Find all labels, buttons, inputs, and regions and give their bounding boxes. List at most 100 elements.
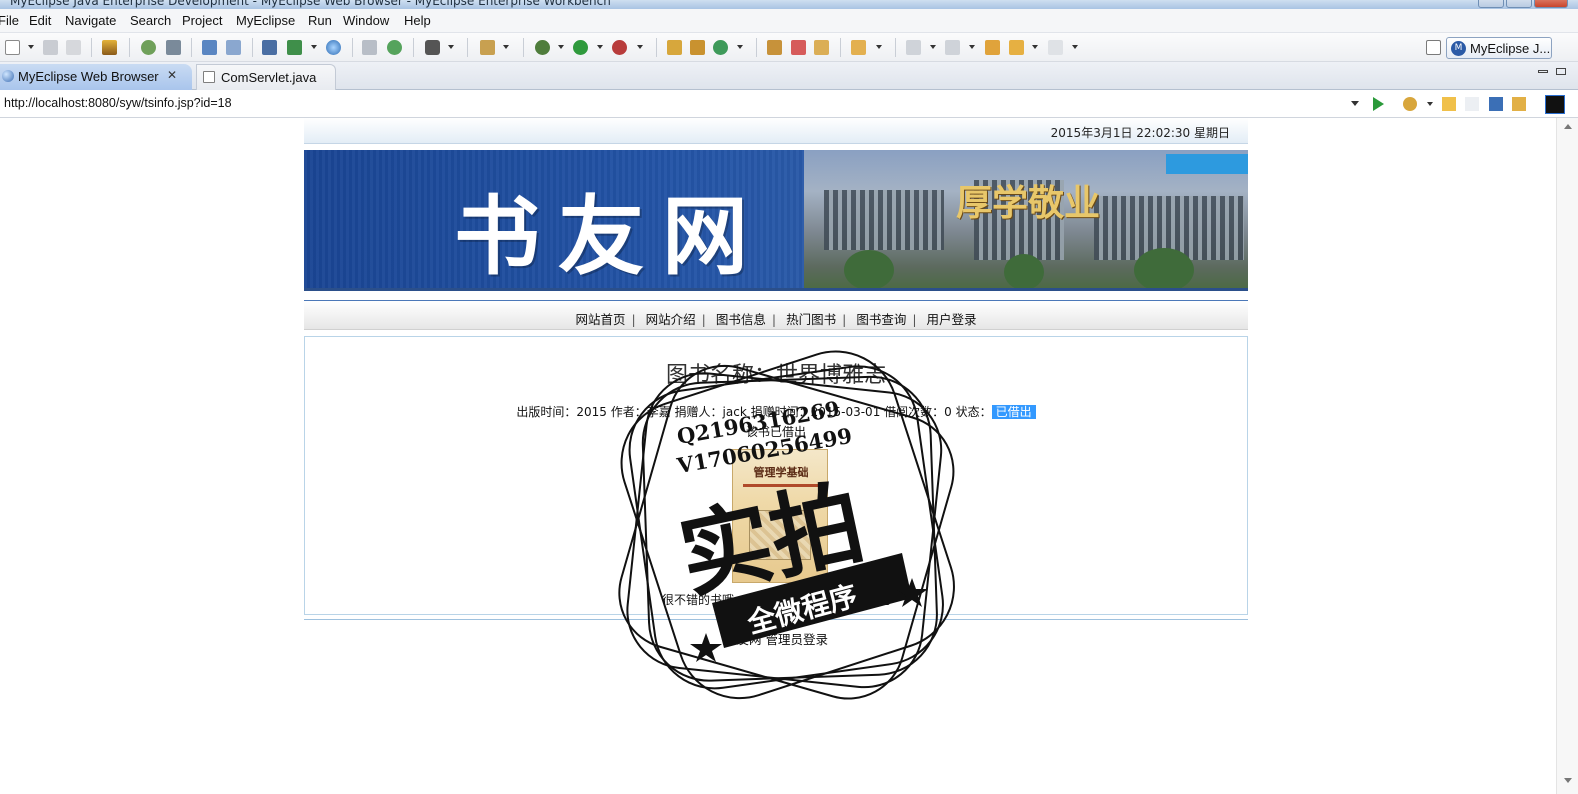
- menu-help[interactable]: Help: [404, 13, 431, 28]
- new-java-project-icon[interactable]: [667, 40, 682, 55]
- minimize-button[interactable]: [1478, 0, 1504, 8]
- open-type-icon[interactable]: [767, 40, 782, 55]
- menu-navigate[interactable]: Navigate: [65, 13, 116, 28]
- open-folder-icon[interactable]: [851, 40, 866, 55]
- scroll-down-icon[interactable]: [1564, 778, 1572, 783]
- new-dropdown-icon[interactable]: [28, 45, 34, 49]
- new-class-icon[interactable]: [713, 40, 728, 55]
- cover-title: 管理学基础: [753, 466, 809, 479]
- scroll-up-icon[interactable]: [1564, 124, 1572, 129]
- external-tools-icon[interactable]: [612, 40, 627, 55]
- next-annotation-dropdown-icon[interactable]: [930, 45, 936, 49]
- server-dropdown-icon[interactable]: [311, 45, 317, 49]
- console-icon[interactable]: [1545, 95, 1565, 114]
- perspective-switcher[interactable]: M MyEclipse J...: [1446, 37, 1552, 59]
- nav-separator: |: [912, 312, 917, 327]
- minimize-view-icon[interactable]: [1538, 70, 1548, 73]
- date-strip: 2015年3月1日 22:02:30 星期日: [304, 118, 1248, 144]
- external-tools-dropdown-icon[interactable]: [637, 45, 643, 49]
- task-dropdown-icon[interactable]: [503, 45, 509, 49]
- menu-file[interactable]: File: [0, 13, 19, 28]
- new-class-dropdown-icon[interactable]: [737, 45, 743, 49]
- tab-myeclipse-web-browser[interactable]: MyEclipse Web Browser ✕: [0, 64, 192, 90]
- browser-back-icon[interactable]: [1442, 97, 1456, 111]
- prev-annotation-icon[interactable]: [945, 40, 960, 55]
- save-icon[interactable]: [43, 40, 58, 55]
- nav-user-login[interactable]: 用户登录: [927, 312, 977, 327]
- favorites-icon[interactable]: [1403, 97, 1417, 111]
- forward-icon[interactable]: [1048, 40, 1063, 55]
- close-window-button[interactable]: [1534, 0, 1568, 8]
- camera-dropdown-icon[interactable]: [448, 45, 454, 49]
- build-icon[interactable]: [141, 40, 156, 55]
- menu-myeclipse[interactable]: MyEclipse: [236, 13, 295, 28]
- browser-globe-icon: [2, 70, 14, 82]
- undeploy-icon[interactable]: [226, 40, 241, 55]
- site-logo: 书友网: [454, 187, 766, 287]
- site-nav: 网站首页 | 网站介绍 | 图书信息 | 热门图书 | 图书查询 | 用户登录: [304, 300, 1248, 330]
- stop-icon[interactable]: [1489, 97, 1503, 111]
- java-file-icon: [203, 71, 215, 83]
- site-motto: 厚学敬业: [956, 182, 1101, 224]
- browser-address-bar: http://localhost:8080/syw/tsinfo.jsp?id=…: [0, 90, 1578, 118]
- menu-run[interactable]: Run: [308, 13, 332, 28]
- run-dropdown-icon[interactable]: [597, 45, 603, 49]
- browser-icon[interactable]: [326, 40, 341, 55]
- book-meta-text: 出版时间：2015 作者：李嘉 捐赠人：jack 捐赠时间：2015-03-01…: [516, 405, 992, 419]
- open-file-icon[interactable]: [362, 40, 377, 55]
- footer-site-name: 书友网: [723, 632, 762, 647]
- nav-hot-books[interactable]: 热门图书: [786, 312, 836, 327]
- debug-dropdown-icon[interactable]: [558, 45, 564, 49]
- menu-project[interactable]: Project: [182, 13, 222, 28]
- refresh-icon[interactable]: [1512, 97, 1526, 111]
- vertical-scrollbar[interactable]: [1556, 118, 1578, 794]
- add-icon[interactable]: [387, 40, 402, 55]
- server-icon[interactable]: [166, 40, 181, 55]
- url-history-dropdown-icon[interactable]: [1351, 101, 1359, 106]
- editor-tab-bar: MyEclipse Web Browser ✕ ComServlet.java: [0, 62, 1578, 90]
- favorites-dropdown-icon[interactable]: [1427, 102, 1433, 106]
- book-title: 图书名称：世界博雅志: [665, 363, 886, 388]
- back-dropdown-icon[interactable]: [1032, 45, 1038, 49]
- package-icon[interactable]: [102, 40, 117, 55]
- run-icon[interactable]: [573, 40, 588, 55]
- task-icon[interactable]: [480, 40, 495, 55]
- tab-comservlet-java[interactable]: ComServlet.java: [196, 64, 336, 90]
- open-resource-icon[interactable]: [791, 40, 806, 55]
- new-package-icon[interactable]: [690, 40, 705, 55]
- open-perspective-icon[interactable]: [1426, 40, 1441, 55]
- debug-icon[interactable]: [535, 40, 550, 55]
- nav-home[interactable]: 网站首页: [575, 312, 625, 327]
- nav-about[interactable]: 网站介绍: [646, 312, 696, 327]
- nav-book-info[interactable]: 图书信息: [716, 312, 766, 327]
- title-bar: MyEclipse Java Enterprise Development - …: [0, 0, 1578, 9]
- nav-separator: |: [842, 312, 847, 327]
- forward-dropdown-icon[interactable]: [1072, 45, 1078, 49]
- tab-label: ComServlet.java: [221, 70, 317, 85]
- back-icon[interactable]: [1009, 40, 1024, 55]
- menu-search[interactable]: Search: [130, 13, 171, 28]
- deploy-icon[interactable]: [202, 40, 217, 55]
- nav-book-search[interactable]: 图书查询: [856, 312, 906, 327]
- camera-icon[interactable]: [425, 40, 440, 55]
- menu-edit[interactable]: Edit: [29, 13, 51, 28]
- server-manager-icon[interactable]: [262, 40, 277, 55]
- search-files-icon[interactable]: [814, 40, 829, 55]
- prev-annotation-dropdown-icon[interactable]: [969, 45, 975, 49]
- nav-separator: |: [771, 312, 777, 327]
- new-icon[interactable]: [5, 40, 20, 55]
- admin-login-link[interactable]: 管理员登录: [765, 632, 828, 647]
- go-icon[interactable]: [1373, 97, 1384, 111]
- last-edit-icon[interactable]: [985, 40, 1000, 55]
- print-icon[interactable]: [66, 40, 81, 55]
- browser-forward-icon[interactable]: [1465, 97, 1479, 111]
- run-server-icon[interactable]: [287, 40, 302, 55]
- next-annotation-icon[interactable]: [906, 40, 921, 55]
- url-input[interactable]: http://localhost:8080/syw/tsinfo.jsp?id=…: [4, 96, 232, 110]
- maximize-view-icon[interactable]: [1556, 68, 1566, 75]
- maximize-button[interactable]: [1506, 0, 1532, 8]
- menu-window[interactable]: Window: [343, 13, 389, 28]
- eclipse-window: MyEclipse Java Enterprise Development - …: [0, 0, 1578, 794]
- folder-dropdown-icon[interactable]: [876, 45, 882, 49]
- close-tab-icon[interactable]: ✕: [167, 68, 177, 82]
